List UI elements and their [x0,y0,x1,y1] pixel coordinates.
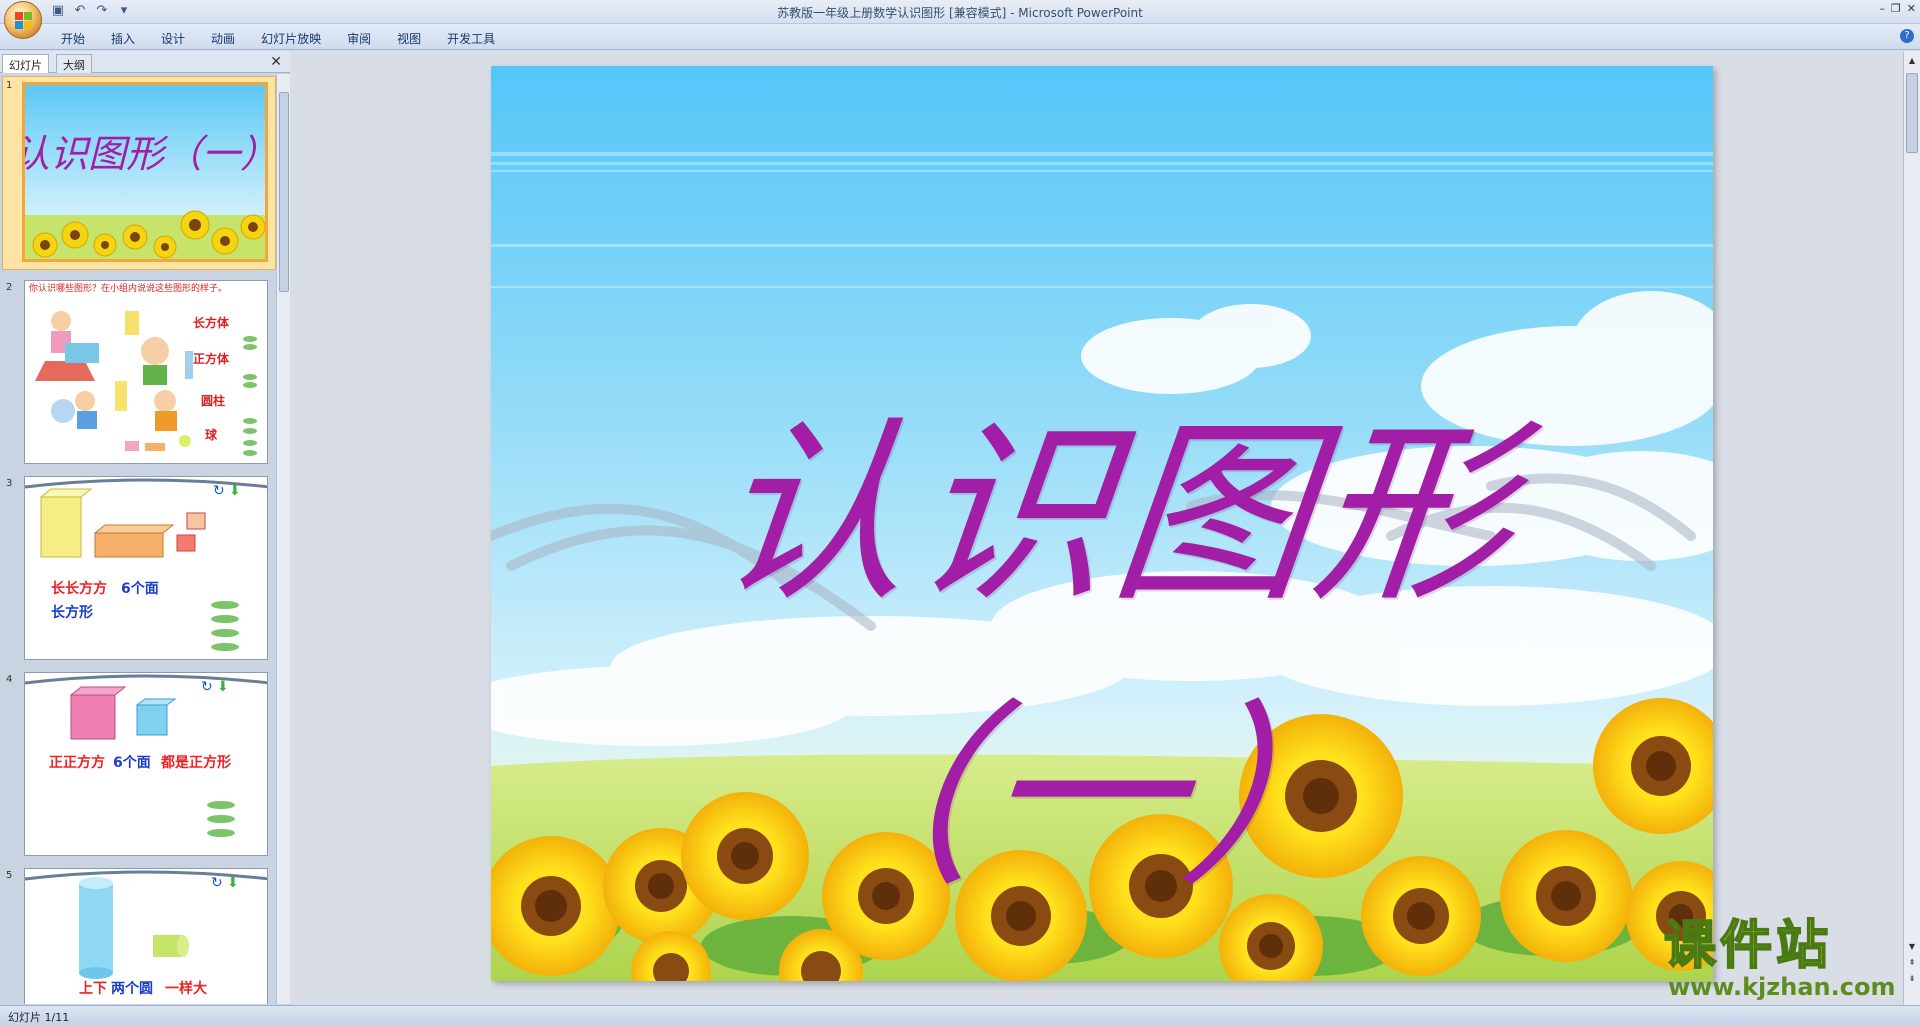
slides-pane: 幻灯片 大纲 ✕ 1 认识图形（一） 2 你认识哪些图形？在小组内说说这些图形的… [0,51,290,1005]
scroll-thumb[interactable] [279,92,289,292]
tab-insert[interactable]: 插入 [98,28,148,49]
watermark-logo: 课件站 www.kjzhan.com [1663,916,1914,1006]
label-cuboid: 长方体 [193,315,230,330]
slide-counter: 幻灯片 1/11 [8,1011,70,1024]
thumbnail-1-title: 认识图形（一） [25,132,265,176]
window-title: 苏教版一年级上册数学认识图形 [兼容模式] - Microsoft PowerP… [777,6,1143,20]
scroll-up-icon[interactable]: ▲ [1906,55,1918,67]
tab-outline[interactable]: 大纲 [56,54,92,73]
watermark-name: 课件站 [1663,916,1833,976]
label-cylinder: 圆柱 [201,393,225,408]
thumbnail-slide-5[interactable]: ↻ ⬇ 上下 两个圆 一样大 [24,868,268,1004]
watermark-url: www.kjzhan.com [1668,973,1896,1001]
tab-slides[interactable]: 幻灯片 [2,54,49,73]
replay-icon: ↻ [213,483,225,499]
thumbnail-5-line1a: 上下 [79,981,107,997]
scroll-thumb[interactable] [1906,73,1918,153]
label-cube: 正方体 [193,351,230,366]
restore-icon[interactable]: ❐ [1891,2,1901,15]
thumbnail-5-line1b: 两个圆 [111,980,153,997]
thumbnail-slide-2[interactable]: 你认识哪些图形？在小组内说说这些图形的样子。 长方体 正方体 圆柱 球 [24,280,268,464]
tab-review[interactable]: 审阅 [334,28,384,49]
thumbnail-3-line2: 长方形 [51,604,93,621]
tab-home[interactable]: 开始 [48,28,98,49]
next-icon: ⬇ [229,483,241,499]
thumbnail-1-art: 认识图形（一） [25,85,265,259]
office-logo-icon [15,12,33,30]
title-bar: ▣ ↶ ↷ ▾ 苏教版一年级上册数学认识图形 [兼容模式] - Microsof… [0,0,1920,39]
replay-icon: ↻ [211,875,223,891]
thumbnail-number: 1 [6,80,13,91]
thumbnail-4-line1c: 都是正方形 [160,754,231,771]
thumbnail-number: 2 [6,282,13,293]
slide-scrollbar[interactable]: ▲ ▼ ⇞ ⇟ [1903,51,1920,1005]
thumbnail-list: 1 认识图形（一） 2 你认识哪些图形？在小组内说说这些图形的样子。 长方体 正… [0,74,276,1004]
next-icon: ⬇ [217,679,229,695]
thumbnail-5-line1c: 一样大 [165,980,207,997]
ribbon: 开始 插入 设计 动画 幻灯片放映 审阅 视图 开发工具 ? [0,24,1920,50]
close-icon[interactable]: ✕ [1907,2,1916,15]
thumbnail-number: 5 [6,870,13,881]
tab-slideshow[interactable]: 幻灯片放映 [248,28,334,49]
minimize-icon[interactable]: – [1879,2,1885,15]
slide-title[interactable]: 认识图形（一） [491,356,1713,922]
help-icon[interactable]: ? [1900,29,1914,43]
next-icon: ⬇ [227,875,239,891]
main-slide[interactable]: 认识图形（一） [491,66,1713,981]
pane-tabs: 幻灯片 大纲 ✕ [0,51,290,73]
thumbnail-slide-3[interactable]: ↻ ⬇ 长长方方 6个面 长方形 [24,476,268,660]
thumbnail-2-heading: 你认识哪些图形？在小组内说说这些图形的样子。 [29,282,227,294]
thumbnail-3-art: ↻ ⬇ 长长方方 6个面 长方形 [25,477,267,659]
thumbnail-slide-4[interactable]: ↻ ⬇ 正正方方 6个面 都是正方形 [24,672,268,856]
thumbnail-5-art: ↻ ⬇ 上下 两个圆 一样大 [25,869,267,1004]
tab-animation[interactable]: 动画 [198,28,248,49]
tab-developer[interactable]: 开发工具 [434,28,508,49]
thumbnail-number: 3 [6,478,13,489]
window-controls: – ❐ ✕ [1879,2,1916,15]
ribbon-tabs: 开始 插入 设计 动画 幻灯片放映 审阅 视图 开发工具 [48,28,508,49]
thumbnail-number: 4 [6,674,13,685]
thumbnail-3-line1: 长长方方 [51,580,107,597]
thumbnails-scrollbar[interactable] [276,74,290,1004]
thumbnail-4-line1a: 正正方方 [49,754,105,771]
thumbnail-4-line1b: 6个面 [113,754,151,771]
tab-design[interactable]: 设计 [148,28,198,49]
thumbnail-2-art: 你认识哪些图形？在小组内说说这些图形的样子。 长方体 正方体 圆柱 球 [25,281,267,463]
replay-icon: ↻ [201,679,213,695]
tab-view[interactable]: 视图 [384,28,434,49]
close-pane-icon[interactable]: ✕ [270,54,282,70]
label-sphere: 球 [205,427,218,442]
office-button[interactable] [4,1,42,39]
thumbnail-3-line1b: 6个面 [121,580,159,597]
status-bar: 幻灯片 1/11 [0,1005,1920,1025]
thumbnail-slide-1[interactable]: 认识图形（一） [22,82,268,262]
thumbnail-4-art: ↻ ⬇ 正正方方 6个面 都是正方形 [25,673,267,855]
